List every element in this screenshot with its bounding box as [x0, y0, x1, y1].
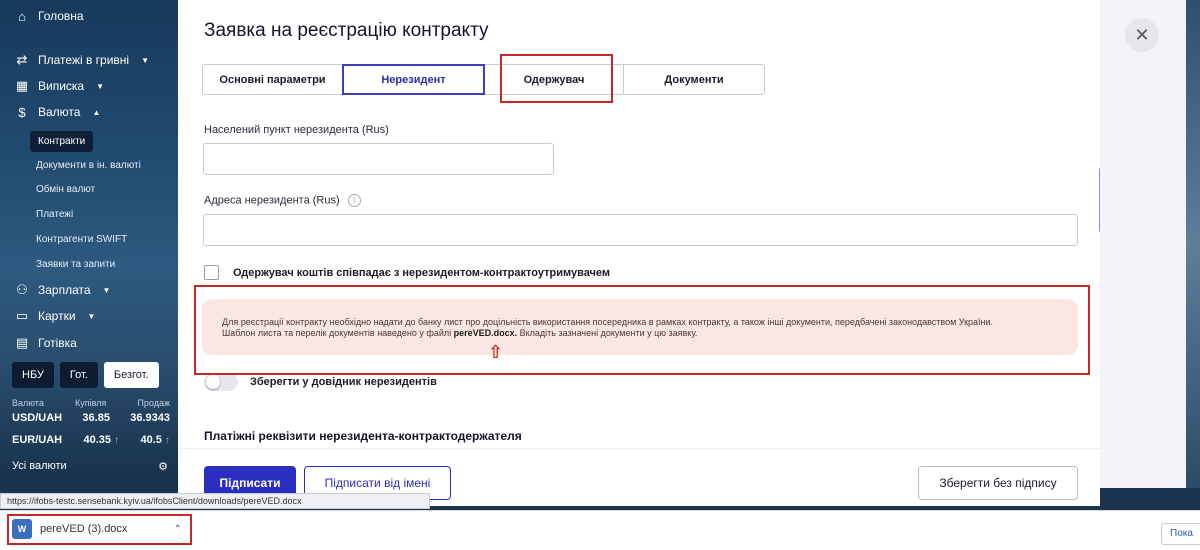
cash-icon: ▤ [15, 335, 29, 350]
chevron-down-icon: ▼ [141, 55, 150, 65]
rate-row: USD/UAH 36.85 36.9343 [12, 412, 170, 424]
sidebar-subitem-requests[interactable]: Заявки та запити [36, 259, 115, 270]
sidebar-subitem-payments[interactable]: Платежі [36, 209, 73, 220]
sidebar-subitem-docs-foreign[interactable]: Документи в ін. валюті [36, 160, 141, 171]
chevron-down-icon: ▼ [102, 285, 111, 295]
rate-pair: EUR/UAH [12, 434, 63, 446]
sidebar-item-cash[interactable]: ▤ Готівка [14, 335, 77, 351]
address-field-label: Адреса нерезидента (Rus) i [204, 194, 361, 207]
sidebar-subitem-swift[interactable]: Контрагенти SWIFT [36, 234, 127, 245]
overlay-right [1100, 0, 1186, 488]
rate-tab-cash[interactable]: Гот. [59, 362, 98, 388]
annotation-arrow-icon: ⇧ [488, 342, 504, 362]
rate-tabs: НБУ Гот. Безгот. [12, 362, 159, 388]
gear-icon[interactable]: ⚙ [158, 460, 168, 473]
sidebar-item-cards[interactable]: ▭ Картки ▼ [14, 308, 96, 324]
alert-line-1: Для реєстрації контракту необхідно надат… [222, 317, 994, 327]
info-alert: Для реєстрації контракту необхідно надат… [202, 299, 1078, 355]
address-input[interactable] [203, 214, 1078, 246]
rates-header-buy: Купівля [74, 398, 107, 408]
tab-recipient[interactable]: Одержувач [484, 64, 624, 95]
download-shelf: W pereVED (3).docx ⌃ [0, 510, 1200, 550]
info-icon[interactable]: i [347, 194, 361, 207]
recipient-same-checkbox[interactable] [204, 265, 219, 280]
save-nonresident-toggle[interactable] [204, 373, 238, 391]
rate-pair: USD/UAH [12, 412, 63, 424]
rate-sell: 40.5 [140, 434, 162, 446]
sidebar-subitem-contracts[interactable]: Контракти [30, 131, 94, 152]
arrow-up-icon: ↑ [114, 435, 120, 446]
sidebar-item-payments-uah[interactable]: ⇄ Платежі в гривні ▼ [14, 52, 149, 68]
rate-row: EUR/UAH 40.35 ↑ 40.5 ↑ [12, 434, 170, 446]
arrow-up-icon: ↑ [164, 435, 170, 446]
sidebar-item-label: Готівка [38, 336, 77, 350]
save-unsigned-button[interactable]: Зберегти без підпису [918, 466, 1078, 500]
main-panel: Заявка на реєстрацію контракту Основні п… [178, 0, 1102, 488]
alert-line-2: Шаблон листа та перелік документів навед… [222, 328, 1078, 339]
all-currencies-label: Усі валюти [12, 460, 67, 472]
payment-details-title: Платіжні реквізити нерезидента-контракто… [204, 429, 522, 443]
download-file-name: pereVED (3).docx [40, 523, 128, 535]
rate-sell-wrap: 40.5 ↑ [141, 434, 170, 446]
chevron-down-icon: ▼ [96, 81, 105, 91]
dollar-icon: $ [18, 104, 26, 120]
statement-icon: ▦ [15, 78, 29, 93]
card-icon: ▭ [15, 308, 29, 323]
background-strip [1186, 0, 1200, 488]
transfer-icon: ⇄ [16, 52, 28, 67]
sidebar-item-salary[interactable]: ⚇ Зарплата ▼ [14, 282, 110, 298]
sidebar-item-label: Головна [38, 9, 84, 23]
tab-documents[interactable]: Документи [623, 64, 765, 95]
word-doc-icon: W [12, 519, 32, 539]
sidebar-item-label: Зарплата [38, 283, 91, 297]
chevron-up-icon[interactable]: ⌃ [173, 524, 181, 535]
rates-header-currency: Валюта [12, 398, 44, 408]
save-nonresident-row: Зберегти у довідник нерезидентів [204, 373, 437, 391]
tab-nonresident[interactable]: Нерезидент [342, 64, 485, 95]
page-title: Заявка на реєстрацію контракту [204, 20, 489, 41]
sidebar: ⌂ Головна ⇄ Платежі в гривні ▼ ▦ Виписка… [0, 0, 178, 488]
sidebar-item-label: Картки [38, 309, 76, 323]
alert-line-2-post: Вкладіть зазначені документи у цю заявку… [517, 328, 698, 338]
chevron-down-icon: ▼ [87, 311, 96, 321]
home-icon: ⌂ [18, 8, 26, 24]
people-icon: ⚇ [16, 282, 28, 297]
sidebar-item-statement[interactable]: ▦ Виписка ▼ [14, 78, 104, 94]
sidebar-item-home[interactable]: ⌂ Головна [14, 8, 84, 24]
close-icon[interactable]: ✕ [1125, 18, 1159, 52]
sidebar-subitem-exchange[interactable]: Обмін валют [36, 184, 95, 195]
recipient-same-label: Одержувач коштів співпадає з нерезиденто… [233, 266, 611, 279]
rate-tab-nbu[interactable]: НБУ [12, 362, 54, 388]
rates-header: Валюта Купівля Продаж [12, 398, 170, 408]
address-label-text: Адреса нерезидента (Rus) [204, 194, 340, 207]
tabs: Основні параметри Нерезидент Одержувач Д… [202, 64, 765, 95]
sidebar-item-currency[interactable]: $ Валюта ▲ [14, 104, 100, 120]
sidebar-item-label: Платежі в гривні [38, 53, 130, 67]
rate-tab-noncash[interactable]: Безгот. [103, 362, 159, 388]
rate-buy: 36.85 [82, 412, 110, 424]
chevron-up-icon: ▲ [92, 107, 101, 117]
alert-file-link[interactable]: pereVED.docx. [454, 328, 518, 338]
download-item[interactable]: W pereVED (3).docx ⌃ [12, 519, 182, 539]
show-all-button[interactable]: Пока [1161, 523, 1200, 545]
status-url: https://ifobs-testc.sensebank.kyiv.ua/if… [0, 493, 430, 509]
sidebar-item-label: Валюта [38, 105, 81, 119]
rates-header-sell: Продаж [137, 398, 170, 408]
city-input[interactable] [203, 143, 554, 175]
recipient-same-row: Одержувач коштів співпадає з нерезиденто… [204, 265, 610, 280]
all-currencies-link[interactable]: Усі валюти ⚙ [12, 460, 168, 473]
rate-buy: 40.35 [83, 434, 112, 446]
rate-buy-wrap: 40.35 ↑ [84, 434, 120, 446]
city-field-label: Населений пункт нерезидента (Rus) [204, 124, 389, 136]
alert-line-2-pre: Шаблон листа та перелік документів навед… [222, 328, 454, 338]
sidebar-item-label: Виписка [38, 79, 85, 93]
rate-sell: 36.9343 [130, 412, 170, 424]
save-nonresident-label: Зберегти у довідник нерезидентів [250, 376, 437, 388]
tab-main-params[interactable]: Основні параметри [202, 64, 343, 95]
